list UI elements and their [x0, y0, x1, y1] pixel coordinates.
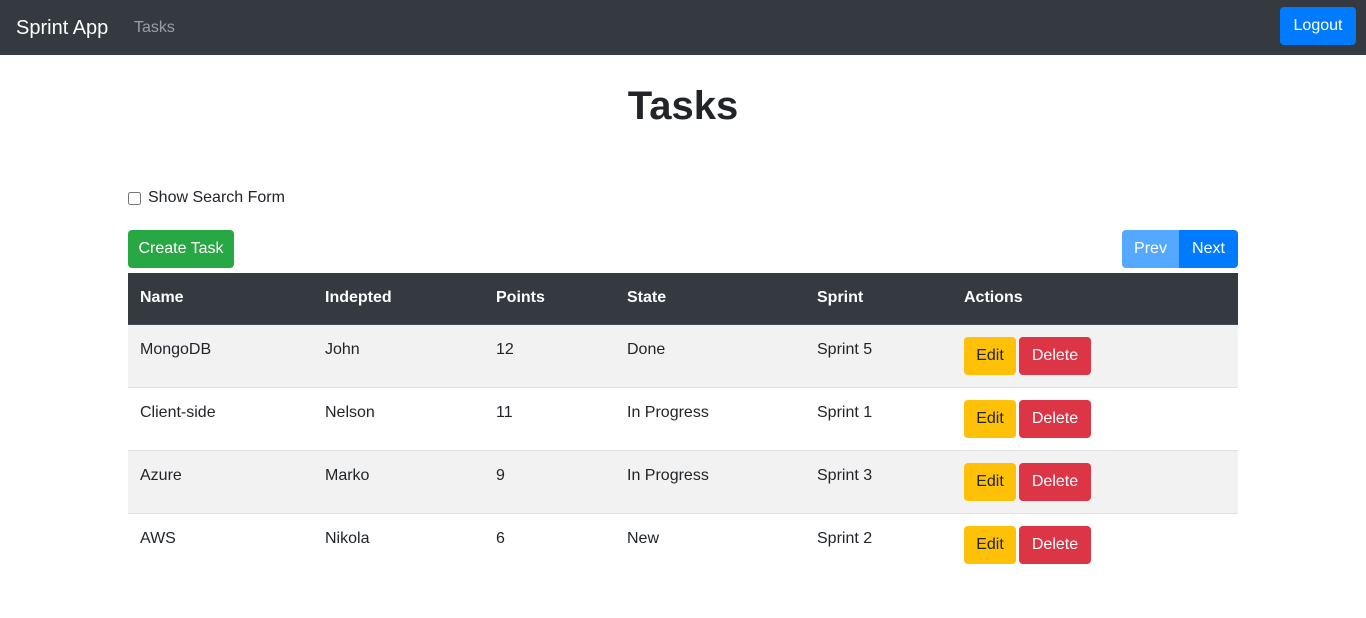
show-search-label: Show Search Form: [148, 189, 285, 206]
next-page-button[interactable]: Next: [1179, 230, 1238, 268]
logout-button[interactable]: Logout: [1280, 7, 1356, 45]
header-actions: Actions: [952, 273, 1238, 325]
show-search-checkbox[interactable]: [128, 191, 141, 205]
cell-actions: Edit Delete: [952, 324, 1238, 387]
cell-state: In Progress: [615, 449, 805, 513]
edit-button[interactable]: Edit: [964, 336, 1016, 375]
cell-name: Client-side: [128, 386, 313, 450]
table-row: Azure Marko 9 In Progress Sprint 3 Edit D…: [128, 449, 1238, 513]
cell-actions: Edit Delete: [952, 512, 1238, 576]
table-row: AWS Nikola 6 New Sprint 2 Edit Delete: [128, 512, 1238, 576]
edit-button[interactable]: Edit: [964, 462, 1016, 501]
cell-name: Azure: [128, 449, 313, 513]
cell-points: 11: [484, 386, 615, 450]
header-name: Name: [128, 273, 313, 325]
header-indepted: Indepted: [313, 273, 484, 325]
cell-points: 12: [484, 324, 615, 387]
navbar: Sprint App Tasks Logout: [0, 0, 1366, 55]
cell-indepted: Nikola: [313, 512, 484, 576]
table-row: MongoDB John 12 Done Sprint 5 Edit Delete: [128, 324, 1238, 387]
nav-link-tasks[interactable]: Tasks: [134, 17, 175, 39]
header-state: State: [615, 273, 805, 325]
table-row: Client-side Nelson 11 In Progress Sprint…: [128, 386, 1238, 450]
delete-button[interactable]: Delete: [1019, 399, 1091, 438]
create-task-button[interactable]: Create Task: [128, 230, 234, 268]
delete-button[interactable]: Delete: [1019, 462, 1091, 501]
edit-button[interactable]: Edit: [964, 399, 1016, 438]
brand-link[interactable]: Sprint App: [16, 14, 108, 42]
cell-name: MongoDB: [128, 324, 313, 387]
cell-name: AWS: [128, 512, 313, 576]
cell-indepted: Nelson: [313, 386, 484, 450]
table-header-row: Name Indepted Points State Sprint Action…: [128, 273, 1238, 325]
delete-button[interactable]: Delete: [1019, 525, 1091, 564]
cell-state: In Progress: [615, 386, 805, 450]
cell-state: Done: [615, 324, 805, 387]
header-points: Points: [484, 273, 615, 325]
cell-indepted: John: [313, 324, 484, 387]
cell-actions: Edit Delete: [952, 386, 1238, 450]
cell-points: 9: [484, 449, 615, 513]
cell-sprint: Sprint 2: [805, 512, 952, 576]
cell-points: 6: [484, 512, 615, 576]
edit-button[interactable]: Edit: [964, 525, 1016, 564]
show-search-toggle[interactable]: Show Search Form: [128, 188, 285, 208]
tasks-table: Name Indepted Points State Sprint Action…: [128, 273, 1238, 576]
cell-sprint: Sprint 1: [805, 386, 952, 450]
cell-sprint: Sprint 5: [805, 324, 952, 387]
cell-sprint: Sprint 3: [805, 449, 952, 513]
cell-indepted: Marko: [313, 449, 484, 513]
cell-state: New: [615, 512, 805, 576]
page-title: Tasks: [627, 84, 739, 128]
prev-page-button[interactable]: Prev: [1122, 230, 1179, 268]
delete-button[interactable]: Delete: [1019, 336, 1091, 375]
header-sprint: Sprint: [805, 273, 952, 325]
cell-actions: Edit Delete: [952, 449, 1238, 513]
